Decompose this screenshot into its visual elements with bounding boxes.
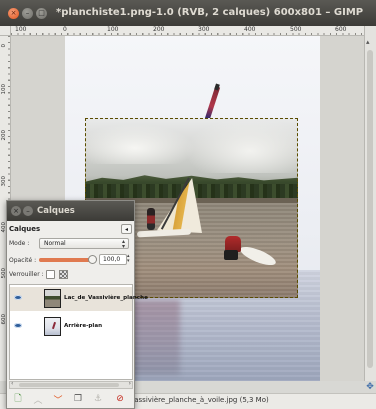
minimize-icon: – [25, 9, 30, 17]
lower-layer-icon: ﹀ [53, 395, 63, 406]
status-text: Vassivière_planche_à_voile.jpg (5,3 Mo) [130, 396, 269, 404]
layers-dock: × – Calques Calques ◂ Mode : Normal ▴ ▾ O… [6, 200, 148, 409]
ruler-label: 0 [1, 44, 7, 48]
layers-scrollbar-thumb[interactable] [19, 383, 119, 387]
raise-layer-button[interactable]: ︿ [31, 392, 45, 406]
ruler-label: 100 [1, 84, 7, 95]
lock-pixels-checkbox[interactable] [46, 270, 55, 279]
mode-label: Mode : [9, 240, 30, 247]
mode-select[interactable]: Normal ▴ ▾ [39, 238, 129, 250]
window-minimize-button[interactable]: – [22, 8, 33, 19]
layers-list[interactable]: Lac_de_Vassivière_planche Arrière-plan [9, 284, 148, 380]
tab-menu-button[interactable]: ◂ [121, 224, 132, 234]
raise-layer-icon: ︿ [33, 395, 43, 406]
navigate-icon[interactable]: ✥ [364, 381, 376, 393]
dock-title: Calques [37, 206, 75, 216]
tab-menu-icon: ◂ [124, 225, 128, 233]
ruler-label: 400 [244, 26, 256, 33]
lock-label: Verrouiller : [9, 271, 44, 278]
opacity-spinbox[interactable]: 100,0 [99, 254, 127, 265]
mode-value: Normal [44, 240, 66, 247]
dock-close-button[interactable]: × [11, 206, 21, 216]
scroll-right-icon[interactable]: › [129, 380, 131, 387]
opacity-slider-fill [39, 258, 93, 262]
window-title: *planchiste1.png-1.0 (RVB, 2 calques) 60… [56, 7, 364, 18]
opacity-slider-knob[interactable] [88, 255, 97, 264]
delete-layer-button[interactable]: ⊘ [113, 392, 127, 406]
ruler-label: 300 [198, 26, 210, 33]
minimize-icon: – [26, 206, 30, 215]
dock-minimize-button[interactable]: – [23, 206, 33, 216]
close-icon: × [10, 9, 17, 17]
anchor-layer-button[interactable]: ⚓ [91, 392, 105, 406]
delete-layer-icon: ⊘ [116, 394, 124, 404]
ruler-label: 200 [1, 130, 7, 141]
tab-calques[interactable]: Calques [9, 225, 40, 233]
dock-titlebar[interactable]: × – Calques [7, 201, 134, 221]
ruler-label: 300 [1, 176, 7, 187]
eye-icon[interactable] [14, 295, 22, 300]
window-close-button[interactable]: × [8, 8, 19, 19]
vertical-scrollbar-thumb[interactable] [367, 50, 373, 368]
lower-layer-button[interactable]: ﹀ [51, 392, 65, 406]
horizontal-ruler[interactable]: 100 0 100 200 300 400 500 600 [11, 26, 364, 36]
new-layer-button[interactable]: 🗋 [11, 392, 25, 406]
layer-thumbnail [44, 289, 61, 308]
ruler-label: 100 [107, 26, 119, 33]
layers-toolbar: 🗋 ︿ ﹀ ❐ ⚓ ⊘ [7, 390, 134, 408]
layers-horizontal-scrollbar[interactable]: ‹ › [9, 380, 133, 389]
spin-arrows-icon[interactable]: ▴ ▾ [127, 254, 130, 264]
layer-thumbnail [44, 317, 61, 336]
scroll-left-icon[interactable]: ‹ [11, 380, 13, 387]
ruler-label: 100 [15, 26, 27, 33]
anchor-layer-icon: ⚓ [93, 394, 103, 404]
window-maximize-button[interactable]: □ [36, 8, 47, 19]
layer-name[interactable]: Lac_de_Vassivière_planche [64, 295, 148, 301]
opacity-slider[interactable] [39, 255, 97, 264]
duplicate-layer-icon: ❐ [73, 394, 83, 404]
ruler-label: 200 [153, 26, 165, 33]
duplicate-layer-button[interactable]: ❐ [71, 392, 85, 406]
layer-row[interactable]: Arrière-plan [10, 315, 132, 339]
scroll-up-icon[interactable]: ▴ [366, 38, 370, 46]
lock-alpha-icon[interactable] [59, 270, 68, 279]
close-icon: × [13, 206, 19, 215]
mast-reflection [130, 300, 180, 375]
opacity-label: Opacité : [9, 257, 37, 264]
ruler-label: 500 [290, 26, 302, 33]
layer-name[interactable]: Arrière-plan [64, 323, 102, 329]
maximize-icon: □ [38, 9, 45, 17]
opacity-value: 100,0 [103, 256, 121, 263]
spin-arrows-icon: ▴ ▾ [121, 238, 125, 250]
eye-icon[interactable] [14, 323, 22, 328]
window-titlebar: × – □ *planchiste1.png-1.0 (RVB, 2 calqu… [0, 0, 376, 26]
ruler-label: 0 [63, 26, 67, 33]
ruler-label: 600 [335, 26, 347, 33]
new-layer-icon: 🗋 [14, 394, 22, 404]
ruler-corner-button[interactable] [0, 26, 11, 36]
layer-row[interactable]: Lac_de_Vassivière_planche [10, 287, 148, 311]
